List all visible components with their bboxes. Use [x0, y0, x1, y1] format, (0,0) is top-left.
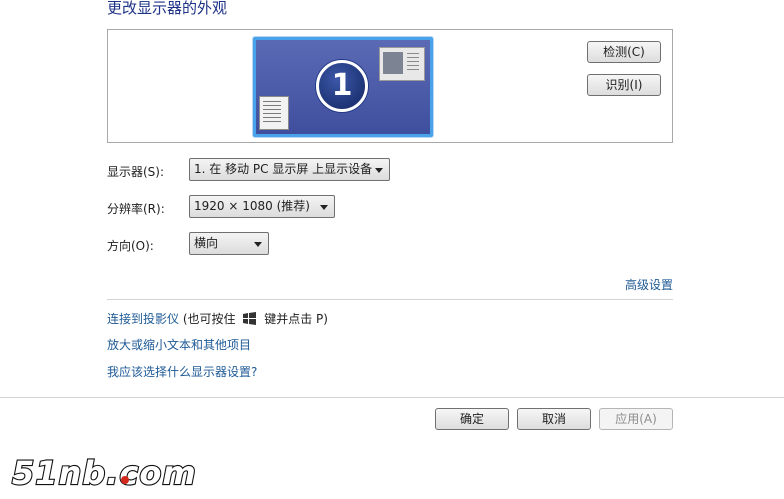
projector-hint-prefix: (也可按住 — [182, 312, 236, 326]
which-settings-link[interactable]: 我应该选择什么显示器设置? — [107, 363, 257, 380]
window-thumbnail-icon — [259, 96, 289, 130]
watermark-text: 51nb.com — [12, 454, 197, 492]
monitor-preview-area: 1 检测(C) 识别(I) — [107, 29, 673, 143]
monitor-1-thumbnail[interactable]: 1 — [253, 37, 433, 137]
watermark-dot-icon — [121, 476, 129, 484]
window-thumbnail-icon — [379, 47, 425, 81]
resolution-select[interactable]: 1920 × 1080 (推荐) — [189, 195, 335, 218]
detect-button[interactable]: 检测(C) — [587, 41, 661, 63]
monitor-number-badge: 1 — [316, 60, 368, 112]
orientation-label: 方向(O): — [107, 239, 154, 253]
section-divider — [107, 299, 673, 300]
advanced-settings-link[interactable]: 高级设置 — [625, 276, 673, 293]
chevron-down-icon — [320, 205, 328, 210]
zoom-text-link[interactable]: 放大或缩小文本和其他项目 — [107, 336, 251, 353]
watermark-logo: 51nb.com — [10, 450, 210, 496]
display-label: 显示器(S): — [107, 165, 165, 179]
chevron-down-icon — [254, 242, 262, 247]
orientation-select-value: 横向 — [194, 236, 219, 250]
orientation-select[interactable]: 横向 — [189, 232, 269, 255]
chevron-down-icon — [375, 168, 383, 173]
resolution-label: 分辨率(R): — [107, 202, 165, 216]
windows-logo-icon — [242, 312, 257, 328]
display-select[interactable]: 1. 在 移动 PC 显示屏 上显示设备 — [189, 158, 390, 181]
svg-text:51nb.com: 51nb.com — [12, 454, 197, 492]
display-select-value: 1. 在 移动 PC 显示屏 上显示设备 — [194, 162, 373, 176]
projector-hint-suffix: 键并点击 P) — [264, 312, 328, 326]
resolution-select-value: 1920 × 1080 (推荐) — [194, 199, 310, 213]
cancel-button[interactable]: 取消 — [517, 408, 591, 430]
projector-row: 连接到投影仪 (也可按住 键并点击 P) — [107, 310, 328, 328]
identify-button[interactable]: 识别(I) — [587, 74, 661, 96]
footer-divider — [0, 397, 784, 398]
connect-projector-link[interactable]: 连接到投影仪 — [107, 312, 179, 326]
page-title: 更改显示器的外观 — [107, 0, 228, 17]
apply-button[interactable]: 应用(A) — [599, 408, 673, 430]
ok-button[interactable]: 确定 — [435, 408, 509, 430]
